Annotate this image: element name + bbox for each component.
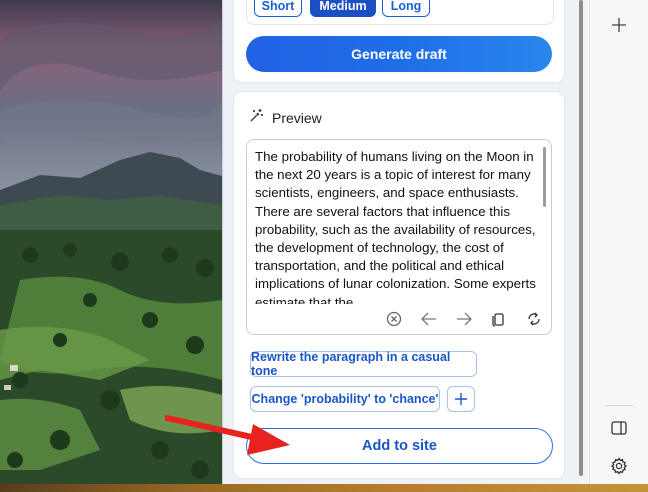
settings-icon[interactable] — [607, 454, 631, 478]
add-suggestion-button[interactable] — [447, 386, 475, 412]
sparkle-pen-icon — [248, 108, 264, 127]
refresh-icon[interactable] — [523, 308, 544, 329]
clear-icon[interactable] — [383, 308, 404, 329]
sidebar-divider — [605, 405, 633, 406]
length-medium-button[interactable]: Medium — [310, 0, 376, 17]
browser-sidebar — [589, 0, 648, 484]
plus-icon[interactable] — [607, 13, 631, 37]
length-short-button[interactable]: Short — [254, 0, 302, 17]
taskbar-edge — [0, 484, 648, 492]
preview-title: Preview — [272, 109, 322, 126]
arrow-right-icon[interactable] — [453, 308, 474, 329]
preview-scrollbar[interactable] — [543, 147, 546, 207]
length-long-button[interactable]: Long — [382, 0, 430, 17]
preview-textbox[interactable]: The probability of humans living on the … — [246, 139, 552, 335]
preview-text[interactable]: The probability of humans living on the … — [255, 148, 537, 304]
split-panel-icon[interactable] — [607, 416, 631, 440]
generate-draft-button[interactable]: Generate draft — [246, 36, 552, 72]
copy-icon[interactable] — [488, 308, 509, 329]
preview-header: Preview — [248, 108, 322, 127]
annotation-arrow — [165, 415, 290, 455]
preview-toolbar — [383, 308, 544, 329]
arrow-left-icon[interactable] — [418, 308, 439, 329]
suggestion-chip-probability-chance[interactable]: Change 'probability' to 'chance' — [250, 386, 440, 412]
panel-scrollbar-thumb[interactable] — [579, 0, 583, 476]
suggestion-chip-casual-tone[interactable]: Rewrite the paragraph in a casual tone — [250, 350, 477, 378]
